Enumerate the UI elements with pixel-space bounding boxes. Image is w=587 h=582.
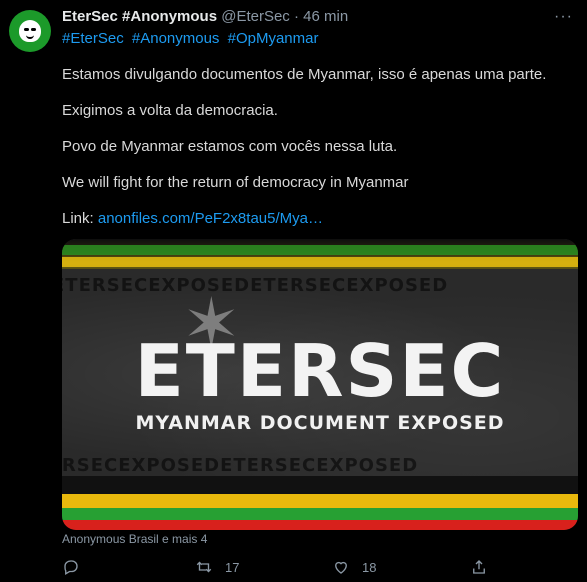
- tweet-link-line: Link: anonfiles.com/PeF2x8tau5/Mya…: [62, 210, 323, 227]
- share-icon: [473, 560, 485, 574]
- retweet-icon: [196, 561, 212, 573]
- tweet-time[interactable]: 46 min: [303, 8, 348, 25]
- separator-dot: ·: [293, 8, 299, 25]
- heart-icon: [335, 561, 347, 574]
- hashtag-link[interactable]: #Anonymous: [132, 30, 220, 47]
- more-options-icon[interactable]: ···: [554, 8, 573, 26]
- tweet-header: EterSec #Anonymous @EterSec · 46 min: [62, 8, 348, 26]
- tweet-paragraph: Exigimos a volta da democracia.: [62, 102, 278, 119]
- hashtag-link[interactable]: #OpMyanmar: [228, 30, 319, 47]
- anonymous-mask-icon: [19, 20, 41, 42]
- watermark-text: ETERSECEXPOSEDETERSECEXPOSED: [62, 275, 449, 296]
- share-button[interactable]: [470, 558, 488, 576]
- tweet-paragraph: Estamos divulgando documentos de Myanmar…: [62, 66, 547, 83]
- media-image[interactable]: ✶ ETERSECEXPOSEDETERSECEXPOSED ETERSECEX…: [62, 239, 578, 530]
- tweet-paragraph: Povo de Myanmar estamos com vocês nessa …: [62, 138, 398, 155]
- tweet-actions: 17 18: [62, 558, 502, 578]
- reply-icon: [64, 560, 78, 575]
- retweet-count: 17: [225, 559, 240, 575]
- hashtags: #EterSec #Anonymous #OpMyanmar: [62, 30, 322, 47]
- reply-button[interactable]: [62, 558, 92, 576]
- flag-band-top: [62, 239, 578, 273]
- flag-band-bottom: [62, 476, 578, 530]
- external-link[interactable]: anonfiles.com/PeF2x8tau5/Mya…: [98, 210, 323, 227]
- author-handle[interactable]: @EterSec: [221, 8, 290, 25]
- avatar[interactable]: [9, 10, 51, 52]
- watermark-text: ETERSECEXPOSEDETERSECEXPOSED: [62, 455, 419, 476]
- hashtag-link[interactable]: #EterSec: [62, 30, 124, 47]
- media-title: ETERSEC: [134, 329, 506, 413]
- media-subtitle: MYANMAR DOCUMENT EXPOSED: [135, 412, 505, 434]
- retweet-button[interactable]: 17: [195, 558, 239, 576]
- like-count: 18: [362, 559, 377, 575]
- media-caption[interactable]: Anonymous Brasil e mais 4: [62, 532, 207, 546]
- like-button[interactable]: 18: [332, 558, 376, 576]
- link-label: Link:: [62, 210, 94, 227]
- author-name[interactable]: EterSec #Anonymous: [62, 8, 217, 25]
- tweet-paragraph: We will fight for the return of democrac…: [62, 174, 409, 191]
